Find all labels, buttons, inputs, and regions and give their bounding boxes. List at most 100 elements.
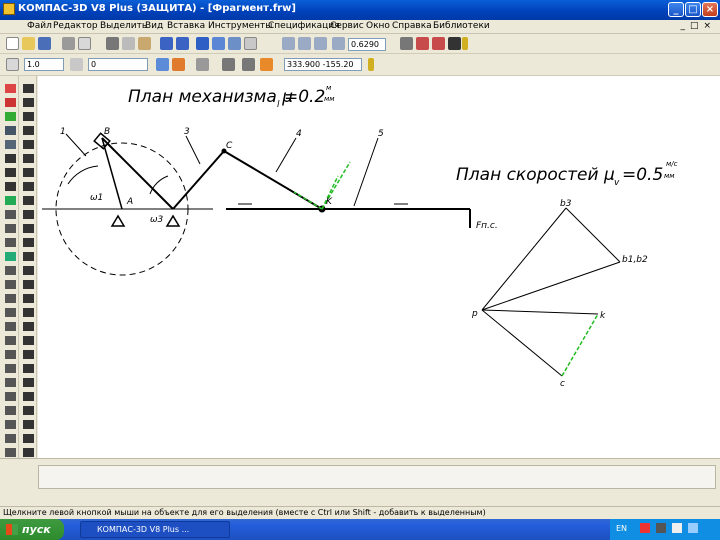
- style-icon[interactable]: [6, 58, 19, 71]
- snap-icon[interactable]: [172, 58, 185, 71]
- circle-icon[interactable]: [5, 434, 16, 443]
- ellipse-icon[interactable]: [5, 448, 16, 457]
- aux-tool-icon[interactable]: [23, 196, 34, 205]
- polyline-tool-icon[interactable]: [23, 154, 34, 163]
- maximize-button[interactable]: □: [685, 2, 701, 17]
- contour-icon[interactable]: [5, 392, 16, 401]
- layer-field[interactable]: 0: [88, 58, 148, 71]
- menu-select[interactable]: Выделить: [100, 21, 147, 31]
- copy-icon[interactable]: [122, 37, 135, 50]
- offset-icon[interactable]: [5, 364, 16, 373]
- zoom-in-icon[interactable]: [282, 37, 295, 50]
- hatch-tool-icon[interactable]: [23, 210, 34, 219]
- point-icon[interactable]: [5, 406, 16, 415]
- tray-icon-4[interactable]: [688, 523, 698, 533]
- fragment-icon[interactable]: [5, 224, 16, 233]
- start-button[interactable]: пуск: [0, 519, 64, 540]
- menu-libraries[interactable]: Библиотеки: [433, 21, 490, 31]
- offset-tool-icon[interactable]: [23, 266, 34, 275]
- view-mode-icon[interactable]: [448, 37, 461, 50]
- show-all-icon[interactable]: [416, 37, 429, 50]
- move-tool-icon[interactable]: [23, 322, 34, 331]
- trim-tool-icon[interactable]: [23, 364, 34, 373]
- drawing-canvas[interactable]: План механизма μ l =0.2 м мм План скорос…: [38, 76, 720, 458]
- style-field[interactable]: 1.0: [24, 58, 64, 71]
- array-tool-icon[interactable]: [23, 420, 34, 429]
- zoom-out-icon[interactable]: [298, 37, 311, 50]
- zoom-scale-field[interactable]: 0.6290: [348, 38, 386, 51]
- open-icon[interactable]: [22, 37, 35, 50]
- cursor-coordinates-field[interactable]: 333.900 -155.20: [284, 58, 362, 71]
- delete-tool-icon[interactable]: [23, 350, 34, 359]
- circle-tool-icon[interactable]: [23, 98, 34, 107]
- menu-tools[interactable]: Инструменты: [208, 21, 272, 31]
- mirror-tool-icon[interactable]: [23, 280, 34, 289]
- scale-tool-icon[interactable]: [23, 308, 34, 317]
- coordinates-icon[interactable]: [260, 58, 273, 71]
- tray-icon-1[interactable]: [640, 523, 650, 533]
- chamfer-icon[interactable]: [5, 336, 16, 345]
- green-tool-icon[interactable]: [5, 252, 16, 261]
- menu-view[interactable]: Вид: [145, 21, 163, 31]
- menu-edit[interactable]: Редактор: [53, 21, 98, 31]
- menu-insert[interactable]: Вставка: [167, 21, 205, 31]
- arc-tool-icon[interactable]: [23, 112, 34, 121]
- zoom-scale-icon[interactable]: [332, 37, 345, 50]
- deform-tool-icon[interactable]: [23, 434, 34, 443]
- grid-icon[interactable]: [196, 58, 209, 71]
- property-panel-area[interactable]: [38, 465, 716, 489]
- rotate-tool-icon[interactable]: [23, 294, 34, 303]
- chamfer-tool-icon[interactable]: [23, 252, 34, 261]
- rect-icon[interactable]: [5, 280, 16, 289]
- join-tool-icon[interactable]: [23, 406, 34, 415]
- pan-icon[interactable]: [400, 37, 413, 50]
- new-document-icon[interactable]: [6, 37, 19, 50]
- menu-service[interactable]: Сервис: [330, 21, 364, 31]
- group-tool-icon[interactable]: [23, 448, 34, 457]
- paste-icon[interactable]: [138, 37, 151, 50]
- layer-icon[interactable]: [70, 58, 83, 71]
- minimize-button[interactable]: _: [668, 2, 684, 17]
- point-tool-icon[interactable]: [23, 182, 34, 191]
- language-indicator[interactable]: EN: [616, 524, 627, 533]
- equidistant-icon[interactable]: [5, 378, 16, 387]
- insert-icon[interactable]: [5, 210, 16, 219]
- zoom-window-icon[interactable]: [314, 37, 327, 50]
- toolbar-grip-icon-2[interactable]: [368, 58, 374, 71]
- print-icon[interactable]: [62, 37, 75, 50]
- polygon-icon[interactable]: [5, 294, 16, 303]
- cursor-icon[interactable]: [156, 58, 169, 71]
- extend-tool-icon[interactable]: [23, 378, 34, 387]
- fillet-tool-icon[interactable]: [23, 238, 34, 247]
- reports-icon[interactable]: [5, 196, 16, 205]
- contour-tool-icon[interactable]: [23, 224, 34, 233]
- document-window-controls[interactable]: _□×: [680, 21, 716, 31]
- menu-specification[interactable]: Спецификация: [268, 21, 340, 31]
- parametrization-icon[interactable]: [5, 140, 16, 149]
- rectangle-tool-icon[interactable]: [23, 140, 34, 149]
- arc-icon[interactable]: [5, 266, 16, 275]
- ellipse-tool-icon[interactable]: [23, 126, 34, 135]
- tray-icon-3[interactable]: [672, 523, 682, 533]
- refresh-icon[interactable]: [432, 37, 445, 50]
- manager-icon[interactable]: [212, 37, 225, 50]
- measure-icon[interactable]: [5, 154, 16, 163]
- menu-file[interactable]: Файл: [27, 21, 52, 31]
- segment-icon[interactable]: [23, 84, 34, 93]
- spec-icon[interactable]: [5, 182, 16, 191]
- properties-icon[interactable]: [196, 37, 209, 50]
- cut-icon[interactable]: [106, 37, 119, 50]
- variables-icon[interactable]: [228, 37, 241, 50]
- undo-icon[interactable]: [160, 37, 173, 50]
- save-icon[interactable]: [38, 37, 51, 50]
- toolbar-grip-icon[interactable]: [462, 37, 468, 50]
- aux-line-icon[interactable]: [5, 420, 16, 429]
- line-icon[interactable]: [5, 238, 16, 247]
- library-icon[interactable]: [244, 37, 257, 50]
- preview-icon[interactable]: [78, 37, 91, 50]
- bezier-tool-icon[interactable]: [23, 168, 34, 177]
- menu-window[interactable]: Окно: [366, 21, 390, 31]
- ortho-icon[interactable]: [222, 58, 235, 71]
- break-tool-icon[interactable]: [23, 392, 34, 401]
- select-icon[interactable]: [5, 168, 16, 177]
